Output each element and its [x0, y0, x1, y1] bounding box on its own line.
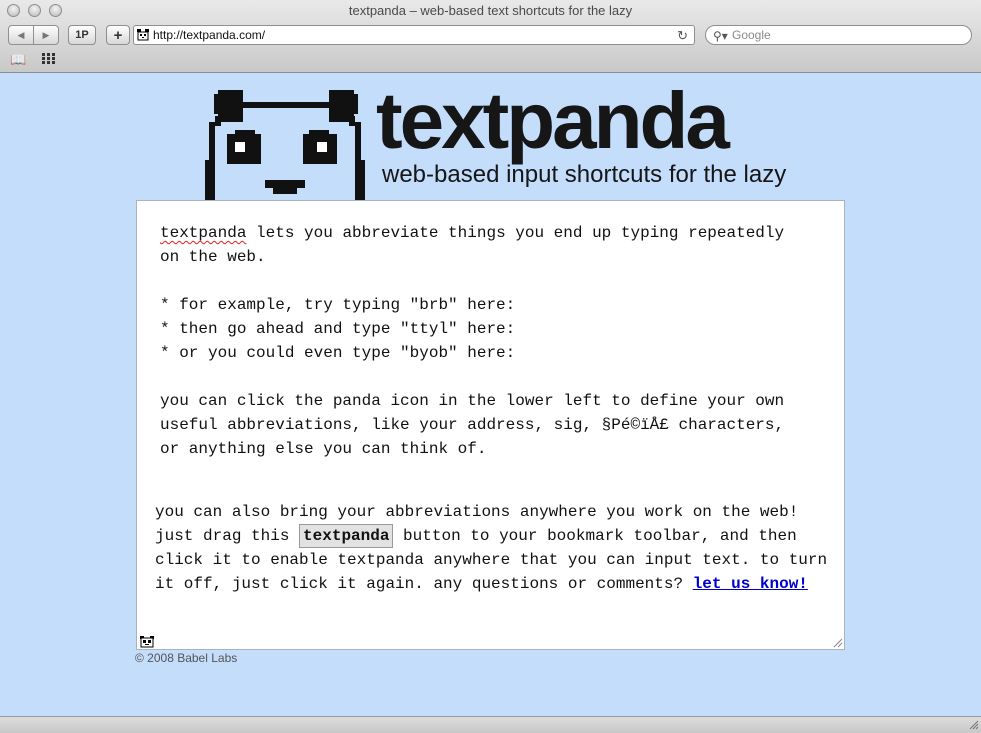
textarea-bullet-3: * or you could even type "byob" here: [160, 344, 516, 362]
forward-arrow-icon: ▶ [42, 29, 50, 40]
panda-settings-icon[interactable] [139, 636, 155, 648]
textarea-line-1: lets you abbreviate things you end up ty… [246, 224, 785, 242]
textarea-content: textpanda lets you abbreviate things you… [160, 221, 820, 461]
forward-button[interactable]: ▶ [33, 25, 59, 45]
panda-logo-icon [205, 90, 365, 200]
bookmarks-book-icon[interactable]: 📖 [10, 52, 26, 68]
back-button[interactable]: ◀ [8, 25, 34, 45]
textarea-para2-line-2: useful abbreviations, like your address,… [160, 416, 785, 434]
textpanda-bookmarklet-button[interactable]: textpanda [299, 524, 394, 548]
bookmarklet-info: you can also bring your abbreviations an… [155, 500, 830, 596]
url-text: http://textpanda.com/ [153, 28, 266, 42]
add-bookmark-button[interactable]: + [106, 25, 130, 45]
window-title: textpanda – web-based text shortcuts for… [348, 3, 633, 18]
copyright-text: © 2008 Babel Labs [135, 651, 238, 665]
textarea-bullet-1: * for example, try typing "brb" here: [160, 296, 516, 314]
textarea-bullet-2: * then go ahead and type "ttyl" here: [160, 320, 516, 338]
resize-grip-icon[interactable] [832, 637, 843, 648]
search-icon: ⚲▾ [713, 29, 728, 43]
window-resize-grip-icon[interactable] [969, 720, 979, 730]
window-titlebar: textpanda – web-based text shortcuts for… [0, 0, 981, 73]
status-bar [0, 716, 981, 733]
search-input[interactable]: ⚲▾ Google [705, 25, 972, 45]
misspelled-word: textpanda [160, 224, 247, 242]
contact-link[interactable]: let us know! [693, 575, 808, 593]
site-logo-text: textpanda [376, 76, 730, 165]
textarea-line-2: on the web. [160, 248, 266, 266]
reload-icon[interactable]: ↻ [677, 27, 688, 45]
panda-favicon-icon [137, 29, 149, 41]
textarea-para2-line-1: you can click the panda icon in the lowe… [160, 392, 785, 410]
back-arrow-icon: ◀ [17, 29, 25, 40]
top-sites-grid-icon[interactable] [42, 53, 56, 65]
textarea-para2-line-3: or anything else you can think of. [160, 440, 487, 458]
site-tagline: web-based input shortcuts for the lazy [382, 161, 787, 188]
onepassword-button[interactable]: 1P [68, 25, 96, 45]
search-placeholder: Google [732, 28, 771, 42]
address-bar[interactable]: http://textpanda.com/ ↻ [133, 25, 695, 45]
